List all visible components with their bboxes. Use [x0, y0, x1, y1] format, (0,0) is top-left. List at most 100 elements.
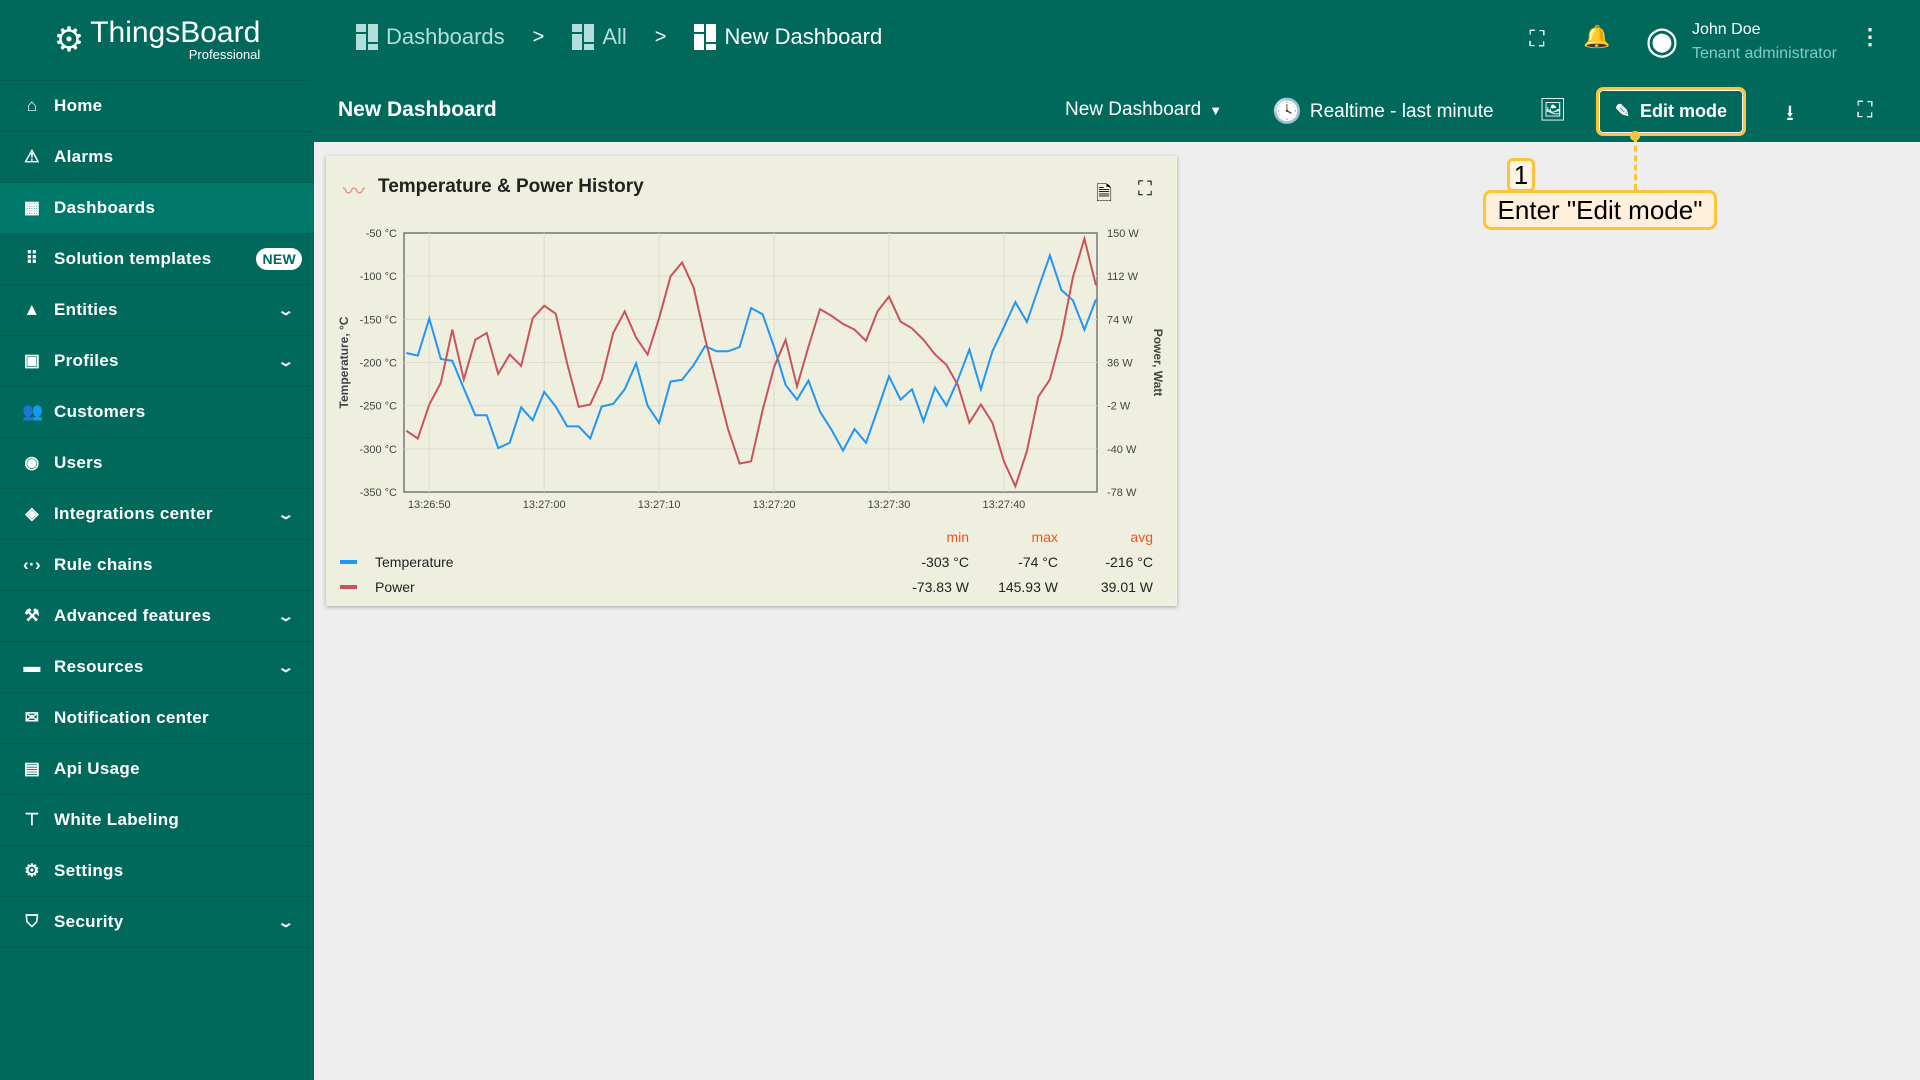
sidebar-item-label: Users: [54, 453, 103, 472]
legend-max: 145.93 W: [998, 578, 1058, 595]
chevron-down-icon[interactable]: ⌄: [277, 608, 295, 625]
legend-min: -303 °C: [921, 553, 969, 570]
sidebar-item-label: Home: [54, 96, 103, 115]
sidebar-item-label: Notification center: [54, 708, 209, 727]
sidebar-item-rule-chains[interactable]: ‹·› Rule chains: [0, 540, 314, 591]
x-tick-label: 13:27:30: [868, 499, 911, 511]
x-tick-label: 13:26:50: [408, 499, 451, 511]
sidebar-item-settings[interactable]: ⚙ Settings: [0, 846, 314, 897]
chevron-down-icon[interactable]: ⌄: [277, 506, 295, 523]
annotation-callout: Enter "Edit mode": [1483, 190, 1717, 230]
legend-label: Temperature: [375, 553, 454, 570]
breadcrumb-all[interactable]: All: [572, 24, 627, 50]
y-left-tick-label: -100 °C: [360, 271, 397, 283]
breadcrumb-dashboards[interactable]: Dashboards: [356, 24, 505, 50]
y-right-tick-label: 74 W: [1107, 314, 1133, 326]
page-title: New Dashboard: [338, 98, 497, 121]
chart-legend: min max avg Temperature -303 °C -74 °C -21…: [340, 524, 1153, 599]
chevron-down-icon[interactable]: ⌄: [277, 914, 295, 931]
annotation-dot: [1630, 131, 1640, 141]
image-export-icon[interactable]: 🖼: [1538, 97, 1568, 123]
widget-title: Temperature & Power History: [378, 176, 644, 197]
fullscreen-icon[interactable]: ⛶: [1850, 97, 1880, 123]
x-tick-label: 13:27:10: [638, 499, 681, 511]
sidebar-item-label: Security: [54, 912, 124, 931]
category-icon: ▲: [23, 300, 41, 319]
sidebar-item-label: Alarms: [54, 147, 114, 166]
integration-icon: ◈: [25, 504, 39, 523]
download-icon[interactable]: ⭳: [1775, 96, 1805, 134]
sidebar-item-label: Dashboards: [54, 198, 156, 217]
x-tick-label: 13:27:20: [753, 499, 796, 511]
sidebar-item-label: Rule chains: [54, 555, 153, 574]
legend-row[interactable]: Temperature -303 °C -74 °C -216 °C: [340, 549, 1153, 574]
sidebar-item-label: Advanced features: [54, 606, 212, 625]
sidebar-item-api-usage[interactable]: ▤ Api Usage: [0, 744, 314, 795]
sidebar-item-integrations-center[interactable]: ◈ Integrations center ⌄: [0, 489, 314, 540]
logo[interactable]: ⚙ ThingsBoard Professional: [0, 0, 314, 81]
fullscreen-icon[interactable]: ⛶: [1138, 178, 1152, 201]
legend-swatch: [340, 584, 357, 589]
breadcrumb-separator: >: [654, 25, 667, 48]
breadcrumb-current: New Dashboard: [694, 24, 882, 50]
dropdown-arrow-icon: ▼: [1209, 102, 1223, 118]
dashboard-select[interactable]: New Dashboard ▼: [1065, 99, 1222, 121]
bell-icon[interactable]: 🔔: [1582, 24, 1612, 50]
pencil-icon: ✎: [1614, 101, 1631, 121]
y-left-axis-title: Temperature, °C: [337, 316, 351, 408]
thingsboard-logo-icon: ⚙: [53, 21, 85, 59]
user-info[interactable]: John Doe Tenant administrator: [1692, 18, 1837, 66]
x-tick-label: 13:27:00: [523, 499, 566, 511]
sidebar-item-label: White Labeling: [54, 810, 180, 829]
legend-avg: 39.01 W: [1100, 578, 1153, 595]
sidebar-item-label: Settings: [54, 861, 124, 880]
dashboard-icon: [356, 24, 378, 50]
sidebar-item-dashboards[interactable]: ▦ Dashboards: [0, 183, 314, 234]
legend-min: -73.83 W: [912, 578, 969, 595]
sidebar-item-entities[interactable]: ▲ Entities ⌄: [0, 285, 314, 336]
y-left-tick-label: -250 °C: [360, 401, 397, 413]
sidebar-item-customers[interactable]: 👥 Customers: [0, 387, 314, 438]
y-right-axis-title: Power, Watt: [1151, 329, 1165, 397]
dashboard-icon: [572, 24, 595, 50]
sidebar-item-security[interactable]: ⛉ Security ⌄: [0, 897, 314, 948]
sidebar-item-home[interactable]: ⌂ Home: [0, 81, 314, 132]
gear-icon: ⚙: [24, 861, 40, 880]
sidebar-item-label: Integrations center: [54, 504, 213, 523]
avatar[interactable]: ◉: [1641, 18, 1683, 63]
legend-avg: -216 °C: [1105, 553, 1153, 570]
sidebar-item-label: Profiles: [54, 351, 119, 370]
sidebar-item-profiles[interactable]: ▣ Profiles ⌄: [0, 336, 314, 387]
dashboard-icon: ▦: [23, 198, 41, 217]
apps-icon: ⠿: [25, 249, 39, 268]
export-file-icon[interactable]: 🗎: [1096, 179, 1112, 213]
clock-icon: 🕓: [1272, 98, 1302, 125]
y-left-tick-label: -350 °C: [360, 487, 397, 499]
timewindow-button[interactable]: 🕓 Realtime - last minute: [1272, 97, 1494, 126]
sidebar-item-solution-templates[interactable]: ⠿ Solution templates NEW: [0, 234, 314, 285]
more-vert-icon[interactable]: ⋮: [1855, 24, 1885, 50]
sidebar-item-white-labeling[interactable]: ⊤ White Labeling: [0, 795, 314, 846]
y-left-tick-label: -200 °C: [360, 358, 397, 370]
legend-swatch: [340, 559, 357, 564]
chevron-down-icon[interactable]: ⌄: [277, 302, 295, 319]
sidebar-item-advanced-features[interactable]: ⚒ Advanced features ⌄: [0, 591, 314, 642]
warning-icon: ⚠: [24, 147, 40, 166]
sidebar-item-label: Resources: [54, 657, 144, 676]
settings-ethernet-icon: ‹·›: [23, 555, 41, 574]
sidebar-item-label: Entities: [54, 300, 118, 319]
chevron-down-icon[interactable]: ⌄: [277, 353, 295, 370]
sidebar-item-label: Customers: [54, 402, 146, 421]
sidebar-item-resources[interactable]: ▬ Resources ⌄: [0, 642, 314, 693]
y-left-tick-label: -300 °C: [360, 444, 397, 456]
sidebar-item-users[interactable]: ◉ Users: [0, 438, 314, 489]
fullscreen-icon[interactable]: ⛶: [1522, 26, 1552, 52]
edit-mode-button[interactable]: ✎ Edit mode: [1596, 87, 1746, 136]
y-left-tick-label: -150 °C: [360, 314, 397, 326]
insert-chart-icon: ▤: [23, 759, 41, 778]
sidebar-item-notification-center[interactable]: ✉ Notification center: [0, 693, 314, 744]
notification-icon: ✉: [24, 708, 40, 727]
sidebar-item-alarms[interactable]: ⚠ Alarms: [0, 132, 314, 183]
chevron-down-icon[interactable]: ⌄: [277, 659, 295, 676]
legend-row[interactable]: Power -73.83 W 145.93 W 39.01 W: [340, 574, 1153, 599]
